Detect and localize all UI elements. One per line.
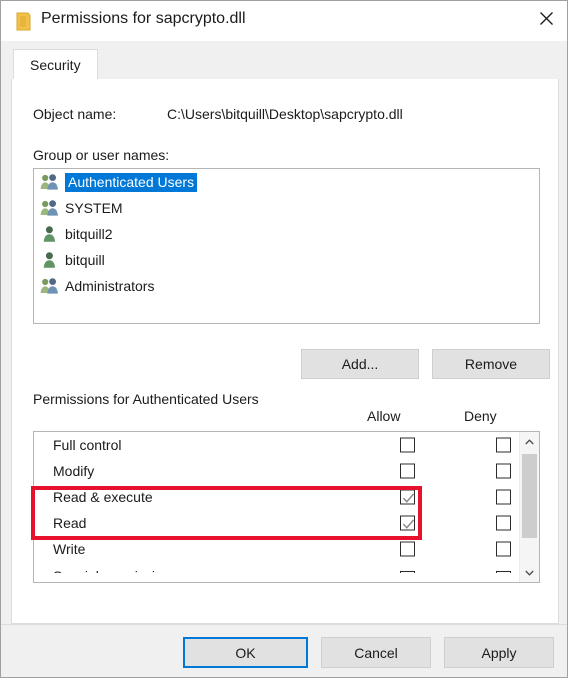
ok-button[interactable]: OK [183, 637, 308, 668]
single-user-icon [40, 251, 59, 269]
scrollbar-thumb[interactable] [522, 454, 537, 538]
permission-label: Write [53, 541, 86, 557]
list-item-label: SYSTEM [65, 200, 123, 216]
checkbox-deny-special-permissions[interactable] [496, 571, 511, 573]
list-item-label: Authenticated Users [65, 172, 198, 192]
permissions-list[interactable]: Full control Modify Read & execute Read Writ… [33, 431, 540, 583]
checkbox-allow-write[interactable] [400, 541, 415, 557]
permission-label: Special permissions [53, 568, 178, 573]
group-or-user-names-list[interactable]: Authenticated Users SYSTEM bitquill2 bitqui… [33, 168, 540, 324]
group-users-icon [40, 199, 59, 217]
checkbox-deny-read-execute[interactable] [496, 489, 511, 505]
permissions-dialog: Permissions for sapcrypto.dll Security O… [0, 0, 568, 678]
column-header-allow: Allow [367, 408, 401, 424]
list-item[interactable]: bitquill [34, 247, 539, 273]
permission-label: Read [53, 515, 87, 531]
apply-button[interactable]: Apply [444, 637, 554, 668]
table-row[interactable]: Modify [34, 458, 516, 484]
checkbox-allow-full-control[interactable] [400, 437, 415, 453]
list-item-label: Administrators [65, 278, 155, 294]
object-name-label: Object name: [33, 106, 117, 122]
column-header-deny: Deny [464, 408, 497, 424]
list-item-label: bitquill2 [65, 226, 113, 242]
checkbox-deny-read[interactable] [496, 515, 511, 531]
list-item[interactable]: Authenticated Users [34, 169, 539, 195]
checkbox-allow-read-execute[interactable] [400, 489, 415, 505]
permissions-for-label: Permissions for Authenticated Users [33, 391, 259, 407]
table-row[interactable]: Read [34, 510, 516, 536]
checkbox-deny-modify[interactable] [496, 463, 511, 479]
group-users-icon [40, 173, 59, 191]
permission-label: Modify [53, 463, 95, 479]
checkbox-allow-modify[interactable] [400, 463, 415, 479]
table-row[interactable]: Full control [34, 432, 516, 458]
list-item[interactable]: Administrators [34, 273, 539, 299]
group-users-icon [40, 277, 59, 295]
list-item[interactable]: SYSTEM [34, 195, 539, 221]
checkbox-deny-full-control[interactable] [496, 437, 511, 453]
window-title: Permissions for sapcrypto.dll [41, 10, 246, 27]
table-row[interactable]: Write [34, 536, 516, 562]
checkbox-allow-special-permissions[interactable] [400, 571, 415, 573]
remove-button[interactable]: Remove [432, 349, 550, 379]
object-name-value: C:\Users\bitquill\Desktop\sapcrypto.dll [167, 106, 403, 122]
list-item-label: bitquill [65, 252, 105, 268]
security-tab-panel: Object name: C:\Users\bitquill\Desktop\s… [11, 79, 559, 624]
title-bar: Permissions for sapcrypto.dll [1, 1, 567, 42]
tab-security-label: Security [30, 57, 81, 73]
permission-label: Full control [53, 437, 122, 453]
checkbox-allow-read[interactable] [400, 515, 415, 531]
group-or-user-names-label: Group or user names: [33, 147, 170, 163]
tab-strip: Security [1, 41, 567, 80]
list-item[interactable]: bitquill2 [34, 221, 539, 247]
cancel-button[interactable]: Cancel [321, 637, 431, 668]
file-properties-icon [15, 12, 32, 31]
scroll-up-chevron-icon[interactable] [520, 432, 539, 451]
footer-divider [1, 624, 567, 625]
table-row[interactable]: Special permissions [34, 562, 516, 573]
single-user-icon [40, 225, 59, 243]
table-row[interactable]: Read & execute [34, 484, 516, 510]
close-icon[interactable] [523, 1, 567, 35]
add-button[interactable]: Add... [301, 349, 419, 379]
checkbox-deny-write[interactable] [496, 541, 511, 557]
permissions-scrollbar[interactable] [519, 432, 539, 582]
tab-security[interactable]: Security [13, 49, 98, 80]
scroll-down-chevron-icon[interactable] [520, 563, 539, 582]
permission-label: Read & execute [53, 489, 153, 505]
